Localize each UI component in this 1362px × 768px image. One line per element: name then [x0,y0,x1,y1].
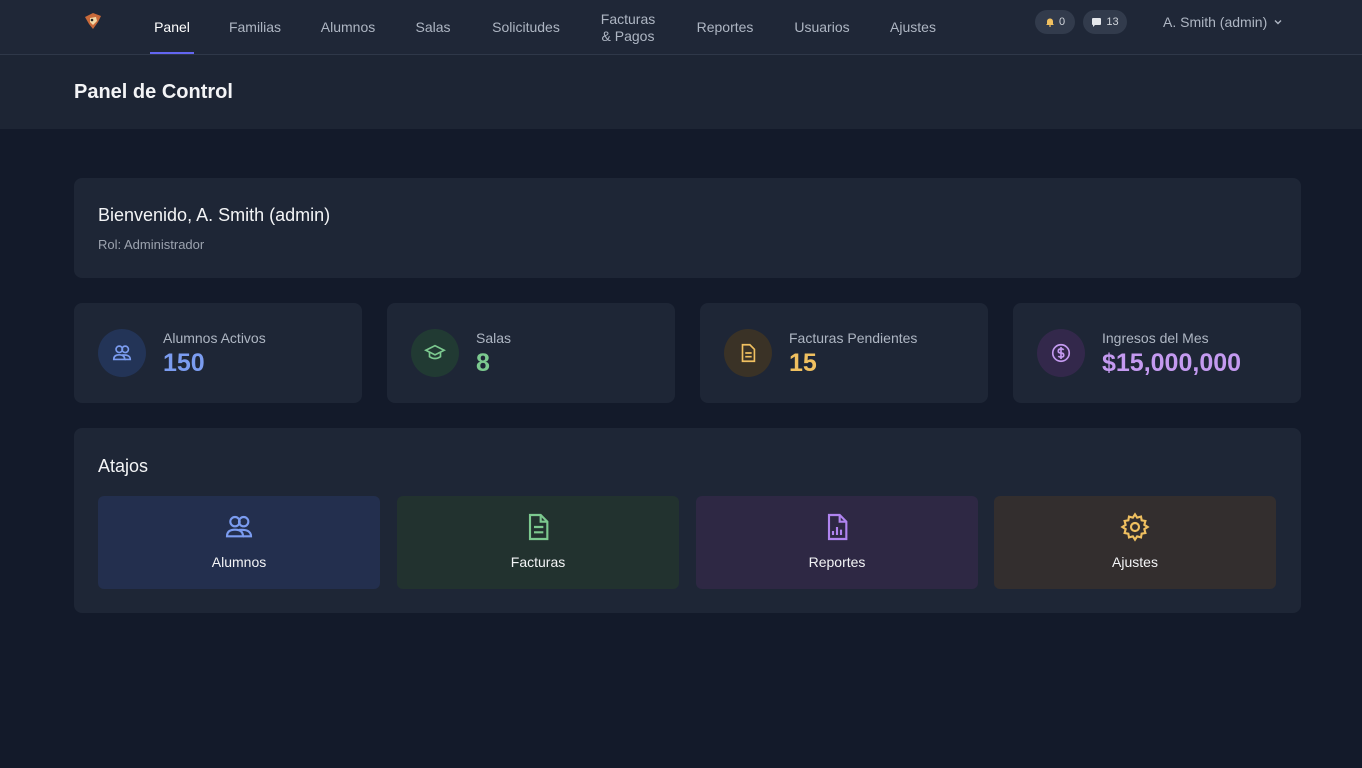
stat-card-alumnos: Alumnos Activos 150 [74,303,362,403]
app-logo-icon[interactable] [82,10,104,32]
nav-ajustes[interactable]: Ajustes [884,0,942,55]
shortcut-reportes[interactable]: Reportes [696,496,978,589]
user-role: Rol: Administrador [98,237,205,252]
shortcut-label: Facturas [510,554,566,570]
user-menu[interactable]: A. Smith (admin) [1163,13,1283,31]
page-title: Panel de Control [74,81,233,103]
stat-value: 8 [476,349,490,377]
nav-solicitudes[interactable]: Solicitudes [486,0,566,55]
shortcut-label: Reportes [808,554,866,570]
stat-label: Salas [476,330,512,346]
user-name: A. Smith (admin) [1163,14,1268,30]
report-icon [827,513,848,541]
document-icon [528,513,549,541]
top-navbar: Panel Familias Alumnos Salas Solicitudes… [0,0,1362,55]
chevron-down-icon [1274,20,1282,25]
nav-reportes[interactable]: Reportes [691,0,759,55]
stat-card-facturas-pendientes: Facturas Pendientes 15 [700,303,988,403]
welcome-card: Bienvenido, A. Smith (admin) Rol: Admini… [74,178,1301,278]
stat-label: Alumnos Activos [163,330,266,346]
nav-alumnos[interactable]: Alumnos [316,0,380,55]
messages-count: 13 [1106,16,1119,28]
notifications-button[interactable]: 0 [1035,10,1075,34]
stat-label: Ingresos del Mes [1102,330,1209,346]
stat-value: 150 [163,349,205,377]
nav-facturas-pagos[interactable]: Facturas & Pagos [596,0,660,55]
shortcut-label: Ajustes [1112,554,1158,570]
bell-icon [1045,18,1054,27]
shortcuts-card: Atajos Alumnos Facturas Reportes Ajustes [74,428,1301,613]
dollar-icon [1037,329,1085,377]
active-tab-indicator [150,52,194,54]
chat-icon [1092,17,1102,27]
stat-value: $15,000,000 [1102,349,1242,377]
notifications-count: 0 [1058,16,1066,28]
welcome-title: Bienvenido, A. Smith (admin) [98,205,331,225]
stat-card-salas: Salas 8 [387,303,675,403]
shortcut-facturas[interactable]: Facturas [397,496,679,589]
shortcuts-title: Atajos [98,456,149,476]
nav-usuarios[interactable]: Usuarios [789,0,855,55]
page-header: Panel de Control [0,55,1362,129]
shortcut-ajustes[interactable]: Ajustes [994,496,1276,589]
shortcut-label: Alumnos [211,554,267,570]
stat-card-ingresos: Ingresos del Mes $15,000,000 [1013,303,1301,403]
stat-label: Facturas Pendientes [789,330,918,346]
stat-value: 15 [789,349,817,377]
shortcut-alumnos[interactable]: Alumnos [98,496,380,589]
nav-familias[interactable]: Familias [224,0,286,55]
nav-panel[interactable]: Panel [150,0,194,55]
document-icon [724,329,772,377]
users-icon [98,329,146,377]
users-icon [225,515,253,538]
nav-salas[interactable]: Salas [411,0,455,55]
messages-button[interactable]: 13 [1083,10,1127,34]
graduation-cap-icon [411,329,459,377]
gear-icon [1120,512,1150,542]
